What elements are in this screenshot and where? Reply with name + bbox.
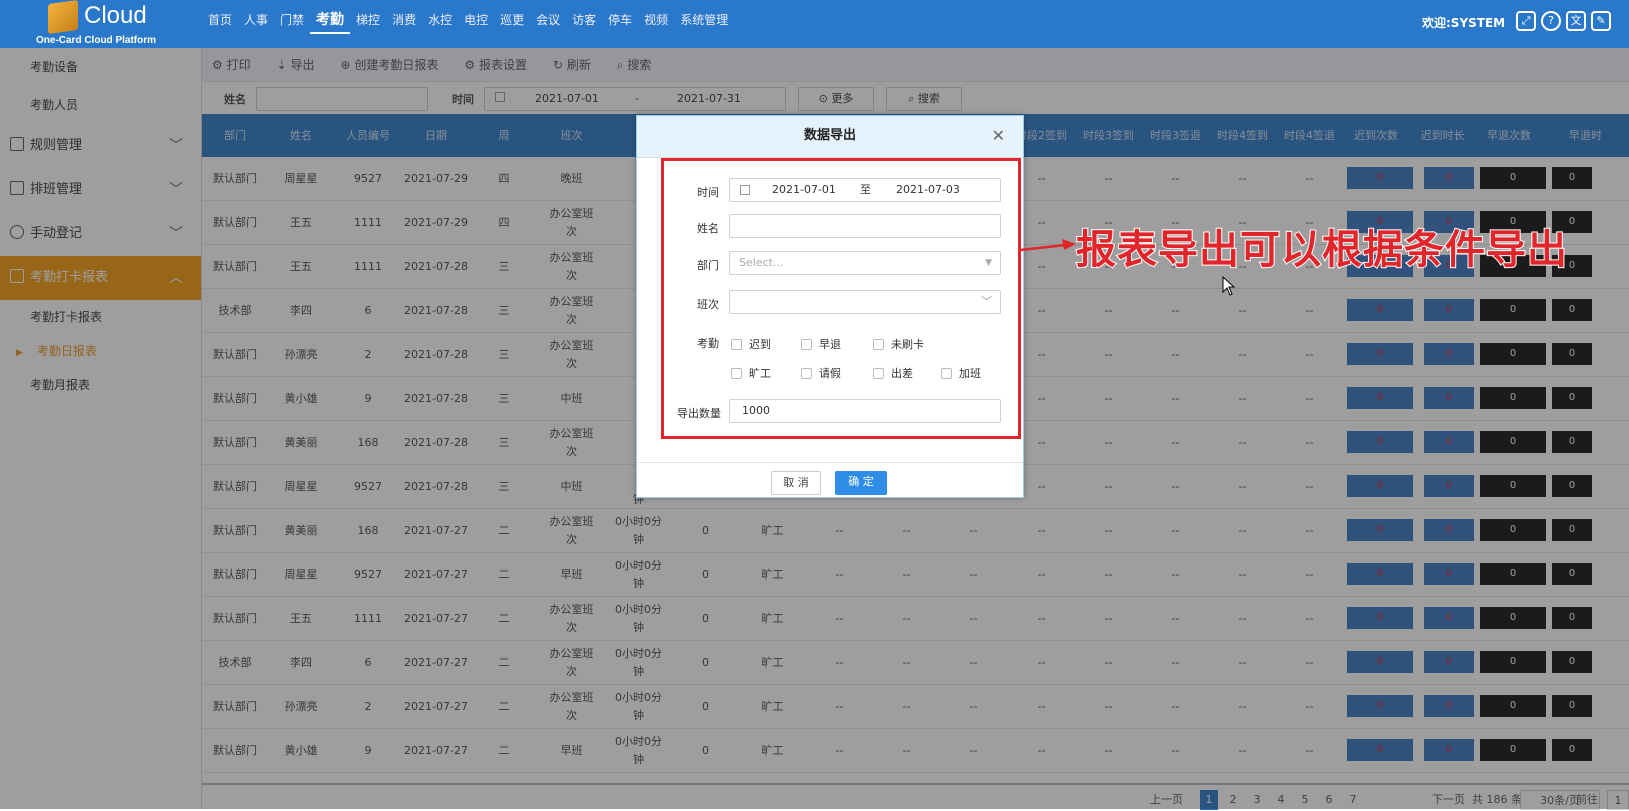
topnav-item[interactable]: 访客 xyxy=(566,0,602,48)
topnav-item[interactable]: 门禁 xyxy=(274,0,310,48)
calendar-icon xyxy=(740,185,750,195)
checkbox-label: 迟到 xyxy=(749,338,771,351)
checkbox-label: 加班 xyxy=(959,367,981,380)
dialog-footer: 取 消 确 定 xyxy=(637,462,1023,498)
welcome-text: 欢迎:SYSTEM xyxy=(1422,16,1506,30)
caret-down-icon: ▼ xyxy=(985,258,992,268)
annotation-callout: 报表导出可以根据条件导出 xyxy=(1075,226,1568,274)
close-icon[interactable]: ✕ xyxy=(992,116,1005,156)
top-nav: 首页 人事 门禁 考勤 梯控 消费 水控 电控 巡更 会议 访客 停车 视频 系统管理 xyxy=(202,0,734,48)
checkbox-overtime[interactable]: 加班 xyxy=(941,365,981,381)
checkbox-label: 出差 xyxy=(891,367,913,380)
checkbox-early[interactable]: 早退 xyxy=(801,336,841,352)
dept-label: 部门 xyxy=(697,259,719,272)
checkbox-business-trip[interactable]: 出差 xyxy=(873,365,913,381)
topnav-item[interactable]: 消费 xyxy=(386,0,422,48)
export-date-separator: 至 xyxy=(860,183,871,196)
topnav-item[interactable]: 系统管理 xyxy=(674,0,734,48)
topnav-item[interactable]: 停车 xyxy=(602,0,638,48)
export-count-label: 导出数量 xyxy=(677,407,721,420)
checkbox-absent[interactable]: 旷工 xyxy=(731,365,771,381)
topnav-item[interactable]: 首页 xyxy=(202,0,238,48)
topnav-item[interactable]: 梯控 xyxy=(350,0,386,48)
dialog-header: 数据导出 ✕ xyxy=(637,116,1023,158)
export-date-from: 2021-07-01 xyxy=(772,183,836,196)
checkbox-no-punch[interactable]: 未刷卡 xyxy=(873,336,924,352)
edit-icon[interactable]: ✎ xyxy=(1591,11,1611,31)
checkbox-label: 请假 xyxy=(819,367,841,380)
annotation-arrow xyxy=(1019,239,1076,252)
mouse-cursor-icon xyxy=(1222,276,1236,296)
export-count-value: 1000 xyxy=(742,404,770,417)
shift-label: 班次 xyxy=(697,298,719,311)
dept-select[interactable]: Select... ▼ xyxy=(729,251,1001,275)
export-dialog: 数据导出 ✕ 时间 2021-07-01 至 2021-07-03 姓名 部门 … xyxy=(636,115,1024,498)
dept-placeholder: Select... xyxy=(739,256,784,269)
checkbox-label: 早退 xyxy=(819,338,841,351)
dialog-title: 数据导出 xyxy=(803,128,856,143)
attendance-label: 考勤 xyxy=(697,337,719,350)
chevron-down-icon: ﹀ xyxy=(981,295,992,308)
top-bar: Cloud One-Card Cloud Platform 首页 人事 门禁 考勤 梯控… xyxy=(0,0,1629,48)
help-icon[interactable]: ? xyxy=(1541,11,1561,31)
logo-subtitle: One-Card Cloud Platform xyxy=(36,35,157,46)
shift-select[interactable]: ﹀ xyxy=(729,290,1001,314)
export-date-range[interactable]: 2021-07-01 至 2021-07-03 xyxy=(729,178,1001,202)
logo-text: Cloud xyxy=(84,2,147,29)
time-label: 时间 xyxy=(697,186,719,199)
export-name-input[interactable] xyxy=(729,214,1001,238)
app-logo[interactable]: Cloud One-Card Cloud Platform xyxy=(36,0,176,46)
checkbox-leave[interactable]: 请假 xyxy=(801,365,841,381)
confirm-button[interactable]: 确 定 xyxy=(835,471,887,495)
cancel-button[interactable]: 取 消 xyxy=(771,471,821,495)
name-label: 姓名 xyxy=(697,222,719,235)
topnav-item[interactable]: 会议 xyxy=(530,0,566,48)
topnav-item[interactable]: 视频 xyxy=(638,0,674,48)
checkbox-late[interactable]: 迟到 xyxy=(731,336,771,352)
export-count-input[interactable]: 1000 xyxy=(729,399,1001,423)
topnav-item[interactable]: 电控 xyxy=(458,0,494,48)
topnav-item[interactable]: 水控 xyxy=(422,0,458,48)
topnav-item[interactable]: 考勤 xyxy=(310,0,351,34)
checkbox-label: 未刷卡 xyxy=(891,338,924,351)
topnav-item[interactable]: 巡更 xyxy=(494,0,530,48)
topnav-item[interactable]: 人事 xyxy=(238,0,274,48)
export-date-to: 2021-07-03 xyxy=(896,183,960,196)
language-icon[interactable]: 文 xyxy=(1566,11,1586,31)
fullscreen-icon[interactable]: ⤢ xyxy=(1516,11,1536,31)
cube-logo-icon xyxy=(48,0,78,35)
checkbox-label: 旷工 xyxy=(749,367,771,380)
